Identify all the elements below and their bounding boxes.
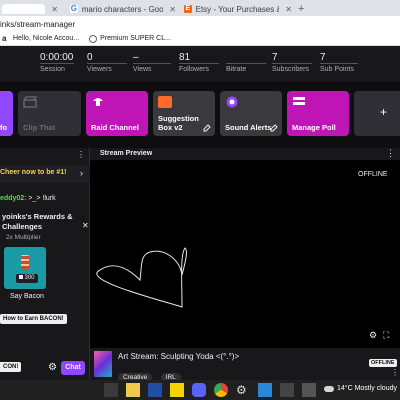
stat-session: 0:00:00 Session (40, 52, 74, 73)
bookmarks-bar: a Hello, Nicole Accou... Premium SUPER C… (0, 32, 400, 46)
google-icon: G (70, 4, 78, 13)
stat-sub-points: 7 Sub Points (320, 52, 358, 74)
info-menu-icon[interactable]: ⋮ (391, 368, 399, 377)
taskbar-app-icon[interactable] (104, 383, 118, 397)
reward-name: Say Bacon (10, 293, 44, 300)
globe-icon (89, 34, 98, 43)
close-tab-icon[interactable]: ✕ (285, 5, 292, 14)
tab-title: mario characters - Google Search (81, 4, 164, 14)
panel-menu-icon[interactable]: ⋮ (77, 150, 85, 159)
etsy-icon: E (184, 5, 192, 13)
tile-info[interactable]: fo (0, 91, 13, 136)
bacon-button[interactable]: CON! (0, 362, 22, 372)
settings-gear-icon[interactable]: ⚙ (48, 362, 57, 373)
earn-bacon-button[interactable]: How to Earn BACON! (0, 314, 67, 324)
left-panel: ⋮ Cheer now to be #1! › eddy02: >_> !lur… (0, 148, 90, 380)
tab-etsy[interactable]: E Etsy - Your Purchases & Reviews ✕ (184, 2, 292, 16)
category-thumbnail[interactable] (94, 351, 112, 377)
amazon-icon: a (2, 33, 7, 43)
sound-alerts-icon (226, 96, 238, 108)
poll-icon (293, 97, 305, 105)
stat-views: – Views (133, 52, 171, 74)
bookmark-premium[interactable]: Premium SUPER CL... (89, 34, 171, 43)
stat-subscribers: 7 Subscribers (272, 52, 312, 74)
tab-partial[interactable]: ✕ (0, 2, 58, 16)
close-icon[interactable]: ✕ (82, 221, 89, 230)
suggestion-box-icon (158, 96, 172, 108)
stat-bitrate: Bitrate (226, 52, 266, 74)
stat-viewers: 0 Viewers (87, 52, 127, 74)
stream-preview-header: Stream Preview ⋮ (90, 148, 400, 160)
tile-raid-channel[interactable]: Raid Channel (86, 91, 148, 136)
stat-followers: 81 Followers (179, 52, 219, 74)
fullscreen-icon[interactable]: ⛶ (383, 330, 389, 341)
taskbar-files-icon[interactable] (126, 383, 140, 397)
raid-icon (93, 98, 103, 106)
chevron-right-icon[interactable]: › (80, 168, 83, 178)
tab-title: Etsy - Your Purchases & Reviews (195, 4, 280, 14)
taskbar-discord-icon[interactable] (192, 383, 206, 397)
taskbar-store-icon[interactable] (258, 383, 272, 397)
taskbar-chrome-icon[interactable] (214, 383, 228, 397)
browser-tab-strip: ✕ G mario characters - Google Search ✕ E… (0, 0, 400, 16)
chat-line: eddy02: >_> !lurk (0, 195, 56, 202)
stream-info-bar: Art Stream: Sculpting Yoda <(°.°)> Creat… (90, 348, 400, 382)
taskbar-mail-icon[interactable] (148, 383, 162, 397)
taskbar-notes-icon[interactable] (170, 383, 184, 397)
tile-clip-that[interactable]: Clip That (18, 91, 81, 136)
clapperboard-icon (23, 96, 37, 108)
edit-icon[interactable] (203, 124, 211, 132)
reward-cost-badge: 300 (16, 274, 38, 283)
close-tab-icon[interactable]: ✕ (169, 5, 176, 14)
reward-card[interactable]: 300 (4, 247, 46, 289)
close-tab-icon[interactable]: ✕ (51, 5, 58, 14)
offline-badge: OFFLINE (369, 359, 397, 367)
settings-icon[interactable]: ⚙ (369, 330, 377, 341)
stream-title[interactable]: Art Stream: Sculpting Yoda <(°.°)> (118, 352, 239, 361)
preview-menu-icon[interactable]: ⋮ (386, 148, 395, 159)
taskbar-settings-icon[interactable]: ⚙ (236, 383, 250, 397)
tile-sound-alerts[interactable]: Sound Alerts (220, 91, 282, 136)
bacon-icon (21, 255, 29, 269)
taskbar-app3-icon[interactable] (302, 383, 316, 397)
tile-suggestion-box[interactable]: Suggestion Box v2 (153, 91, 215, 136)
stream-preview-player[interactable]: OFFLINE ⚙ ⛶ (90, 160, 400, 348)
url-text: inks/stream-manager (0, 19, 76, 29)
cheer-banner[interactable]: Cheer now to be #1! › (0, 165, 90, 183)
new-tab-button[interactable]: + (298, 2, 308, 16)
rewards-title: yoinks's Rewards & Challenges (2, 212, 73, 231)
drawn-heart-scribble (96, 247, 187, 308)
points-icon (19, 275, 24, 279)
windows-taskbar: ⚙ 14°C Mostly cloudy (0, 380, 400, 400)
plus-icon: + (380, 105, 388, 119)
address-bar[interactable]: inks/stream-manager (0, 16, 400, 32)
tab-google[interactable]: G mario characters - Google Search ✕ (70, 2, 176, 16)
bookmark-amazon[interactable]: a Hello, Nicole Accou... (2, 33, 79, 43)
quick-actions: fo Clip That Raid Channel Suggestion Box… (0, 88, 400, 148)
edit-icon[interactable] (270, 124, 278, 132)
tile-manage-poll[interactable]: Manage Poll (287, 91, 349, 136)
taskbar-app2-icon[interactable] (280, 383, 294, 397)
tile-add-action[interactable]: + (354, 91, 400, 136)
multiplier-text: 2x Multiplier (6, 234, 41, 241)
chat-button[interactable]: Chat (61, 361, 85, 375)
cloud-icon (324, 385, 334, 392)
weather-widget[interactable]: 14°C Mostly cloudy (324, 385, 397, 392)
stream-stats-bar: 0:00:00 Session 0 Viewers – Views 81 Fol… (0, 46, 400, 82)
